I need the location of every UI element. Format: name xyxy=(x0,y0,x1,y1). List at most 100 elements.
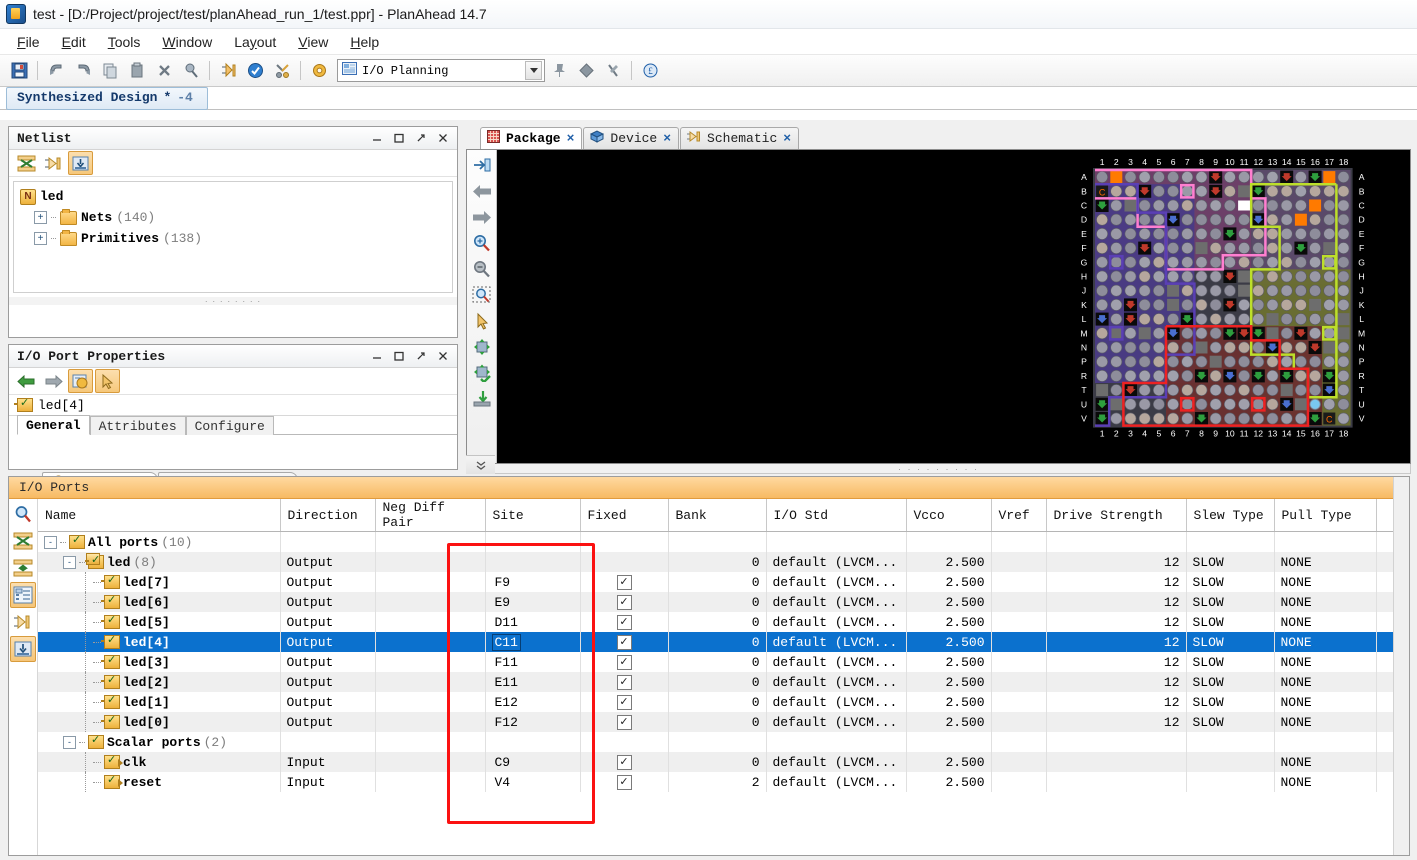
site-value[interactable]: E11 xyxy=(492,674,521,691)
fixed-checkbox[interactable]: ✓ xyxy=(617,615,632,630)
cell-site[interactable]: F12 xyxy=(485,712,580,732)
site-value[interactable]: F12 xyxy=(492,714,521,731)
drc-check-icon[interactable] xyxy=(242,58,268,84)
fixed-checkbox[interactable]: ✓ xyxy=(617,655,632,670)
cell-site[interactable]: C11 xyxy=(485,632,580,652)
col-neg-diff-pair[interactable]: Neg Diff Pair xyxy=(375,499,485,532)
cell-slew-type[interactable]: SLOW xyxy=(1186,572,1274,592)
cell-fixed[interactable]: ✓ xyxy=(580,612,668,632)
fixed-checkbox[interactable]: ✓ xyxy=(617,755,632,770)
cell-pull-type[interactable]: NONE xyxy=(1274,572,1376,592)
cell-drive-strength[interactable] xyxy=(1046,772,1186,792)
cell-slew-type[interactable]: SLOW xyxy=(1186,632,1274,652)
cell-bank[interactable]: 2 xyxy=(668,772,766,792)
site-value[interactable]: E9 xyxy=(492,594,514,611)
minimize-icon[interactable] xyxy=(370,132,383,145)
redo-icon[interactable] xyxy=(70,58,96,84)
cell-name[interactable]: ✓led[7] xyxy=(38,572,280,592)
col-vref[interactable]: Vref xyxy=(991,499,1046,532)
site-value[interactable]: F11 xyxy=(492,654,521,671)
cell-pull-type[interactable]: NONE xyxy=(1274,692,1376,712)
netlist-tree-row[interactable]: N led xyxy=(18,186,452,207)
schematic-icon[interactable] xyxy=(10,609,36,635)
cell-io-std[interactable]: default (LVCM... xyxy=(766,752,906,772)
cell-pull-type[interactable]: NONE xyxy=(1274,672,1376,692)
tab-schematic[interactable]: Schematic × xyxy=(680,127,799,149)
cell-site[interactable]: V4 xyxy=(485,772,580,792)
col-vcco[interactable]: Vcco xyxy=(906,499,991,532)
cell-pull-type[interactable]: NONE xyxy=(1274,752,1376,772)
cell-direction[interactable]: Input xyxy=(280,772,375,792)
cell-fixed[interactable]: ✓ xyxy=(580,772,668,792)
menu-window[interactable]: Window xyxy=(151,31,223,53)
table-row[interactable]: ✓led[6]OutputE9✓0default (LVCM...2.50012… xyxy=(38,592,1409,612)
close-icon[interactable] xyxy=(436,350,449,363)
cell-io-std[interactable]: default (LVCM... xyxy=(766,592,906,612)
cell-name[interactable]: -✓Scalar ports (2) xyxy=(38,732,280,752)
fixed-checkbox[interactable]: ✓ xyxy=(617,775,632,790)
cell-name[interactable]: ✓led[5] xyxy=(38,612,280,632)
back-arrow-icon[interactable] xyxy=(470,179,494,203)
col-slew-type[interactable]: Slew Type xyxy=(1186,499,1274,532)
settings-icon[interactable] xyxy=(306,58,332,84)
cell-vcco[interactable]: 2.500 xyxy=(906,592,991,612)
cell-vcco[interactable]: 2.500 xyxy=(906,752,991,772)
panel-resize-grip[interactable]: · · · · · · · · xyxy=(9,297,457,305)
table-row[interactable]: ✓led[0]OutputF12✓0default (LVCM...2.5001… xyxy=(38,712,1409,732)
tool-strip-overflow[interactable] xyxy=(466,455,495,474)
cell-bank[interactable]: 0 xyxy=(668,592,766,612)
cell-vcco[interactable]: 2.500 xyxy=(906,692,991,712)
menu-file[interactable]: File xyxy=(6,31,51,53)
fixed-checkbox[interactable]: ✓ xyxy=(617,695,632,710)
package-resize-grip[interactable]: · · · · · · · · · xyxy=(466,464,1411,474)
cell-neg-diff-pair[interactable] xyxy=(375,752,485,772)
cell-drive-strength[interactable]: 12 xyxy=(1046,612,1186,632)
cell-direction[interactable]: Output xyxy=(280,712,375,732)
cell-pull-type[interactable]: NONE xyxy=(1274,712,1376,732)
cell-pull-type[interactable]: NONE xyxy=(1274,592,1376,612)
cell-pull-type[interactable] xyxy=(1274,732,1376,752)
cell-fixed[interactable] xyxy=(580,552,668,572)
find-icon[interactable] xyxy=(178,58,204,84)
io-ports-vertical-scrollbar[interactable] xyxy=(1393,477,1409,855)
menu-view[interactable]: View xyxy=(287,31,339,53)
properties-icon[interactable] xyxy=(68,369,93,393)
close-icon[interactable]: × xyxy=(783,131,791,146)
cell-direction[interactable]: Input xyxy=(280,752,375,772)
schematic-icon[interactable] xyxy=(215,58,241,84)
cell-name[interactable]: ✓led[6] xyxy=(38,592,280,612)
fixed-checkbox[interactable]: ✓ xyxy=(617,635,632,650)
fixed-checkbox[interactable]: ✓ xyxy=(617,715,632,730)
netlist-tree[interactable]: N led + Nets (140) + Primitives (138) xyxy=(13,181,453,293)
cell-name[interactable]: ✓led[1] xyxy=(38,692,280,712)
table-row[interactable]: ✓led[3]OutputF11✓0default (LVCM...2.5001… xyxy=(38,652,1409,672)
cell-pull-type[interactable]: NONE xyxy=(1274,632,1376,652)
cell-pull-type[interactable] xyxy=(1274,532,1376,553)
cell-direction[interactable]: Output xyxy=(280,652,375,672)
table-row[interactable]: -✓led (8)Output0default (LVCM...2.50012S… xyxy=(38,552,1409,572)
delete-icon[interactable] xyxy=(151,58,177,84)
cell-slew-type[interactable] xyxy=(1186,752,1274,772)
cell-direction[interactable]: Output xyxy=(280,692,375,712)
col-bank[interactable]: Bank xyxy=(668,499,766,532)
cell-neg-diff-pair[interactable] xyxy=(375,732,485,752)
cell-name[interactable]: ✓clk xyxy=(38,752,280,772)
cell-io-std[interactable]: default (LVCM... xyxy=(766,672,906,692)
cell-drive-strength[interactable]: 12 xyxy=(1046,692,1186,712)
cell-drive-strength[interactable]: 12 xyxy=(1046,552,1186,572)
cell-io-std[interactable]: default (LVCM... xyxy=(766,652,906,672)
site-value[interactable]: C11 xyxy=(492,634,521,651)
cell-site[interactable]: F11 xyxy=(485,652,580,672)
close-icon[interactable]: × xyxy=(663,131,671,146)
cell-vref[interactable] xyxy=(991,532,1046,553)
cell-neg-diff-pair[interactable] xyxy=(375,772,485,792)
col-fixed[interactable]: Fixed xyxy=(580,499,668,532)
cell-vref[interactable] xyxy=(991,712,1046,732)
cell-vref[interactable] xyxy=(991,572,1046,592)
cell-direction[interactable] xyxy=(280,732,375,752)
zoom-out-icon[interactable] xyxy=(470,257,494,281)
collapse-all-icon[interactable] xyxy=(14,151,39,175)
cell-vcco[interactable] xyxy=(906,732,991,752)
col-site[interactable]: Site xyxy=(485,499,580,532)
table-row[interactable]: -✓All ports (10) xyxy=(38,532,1409,553)
